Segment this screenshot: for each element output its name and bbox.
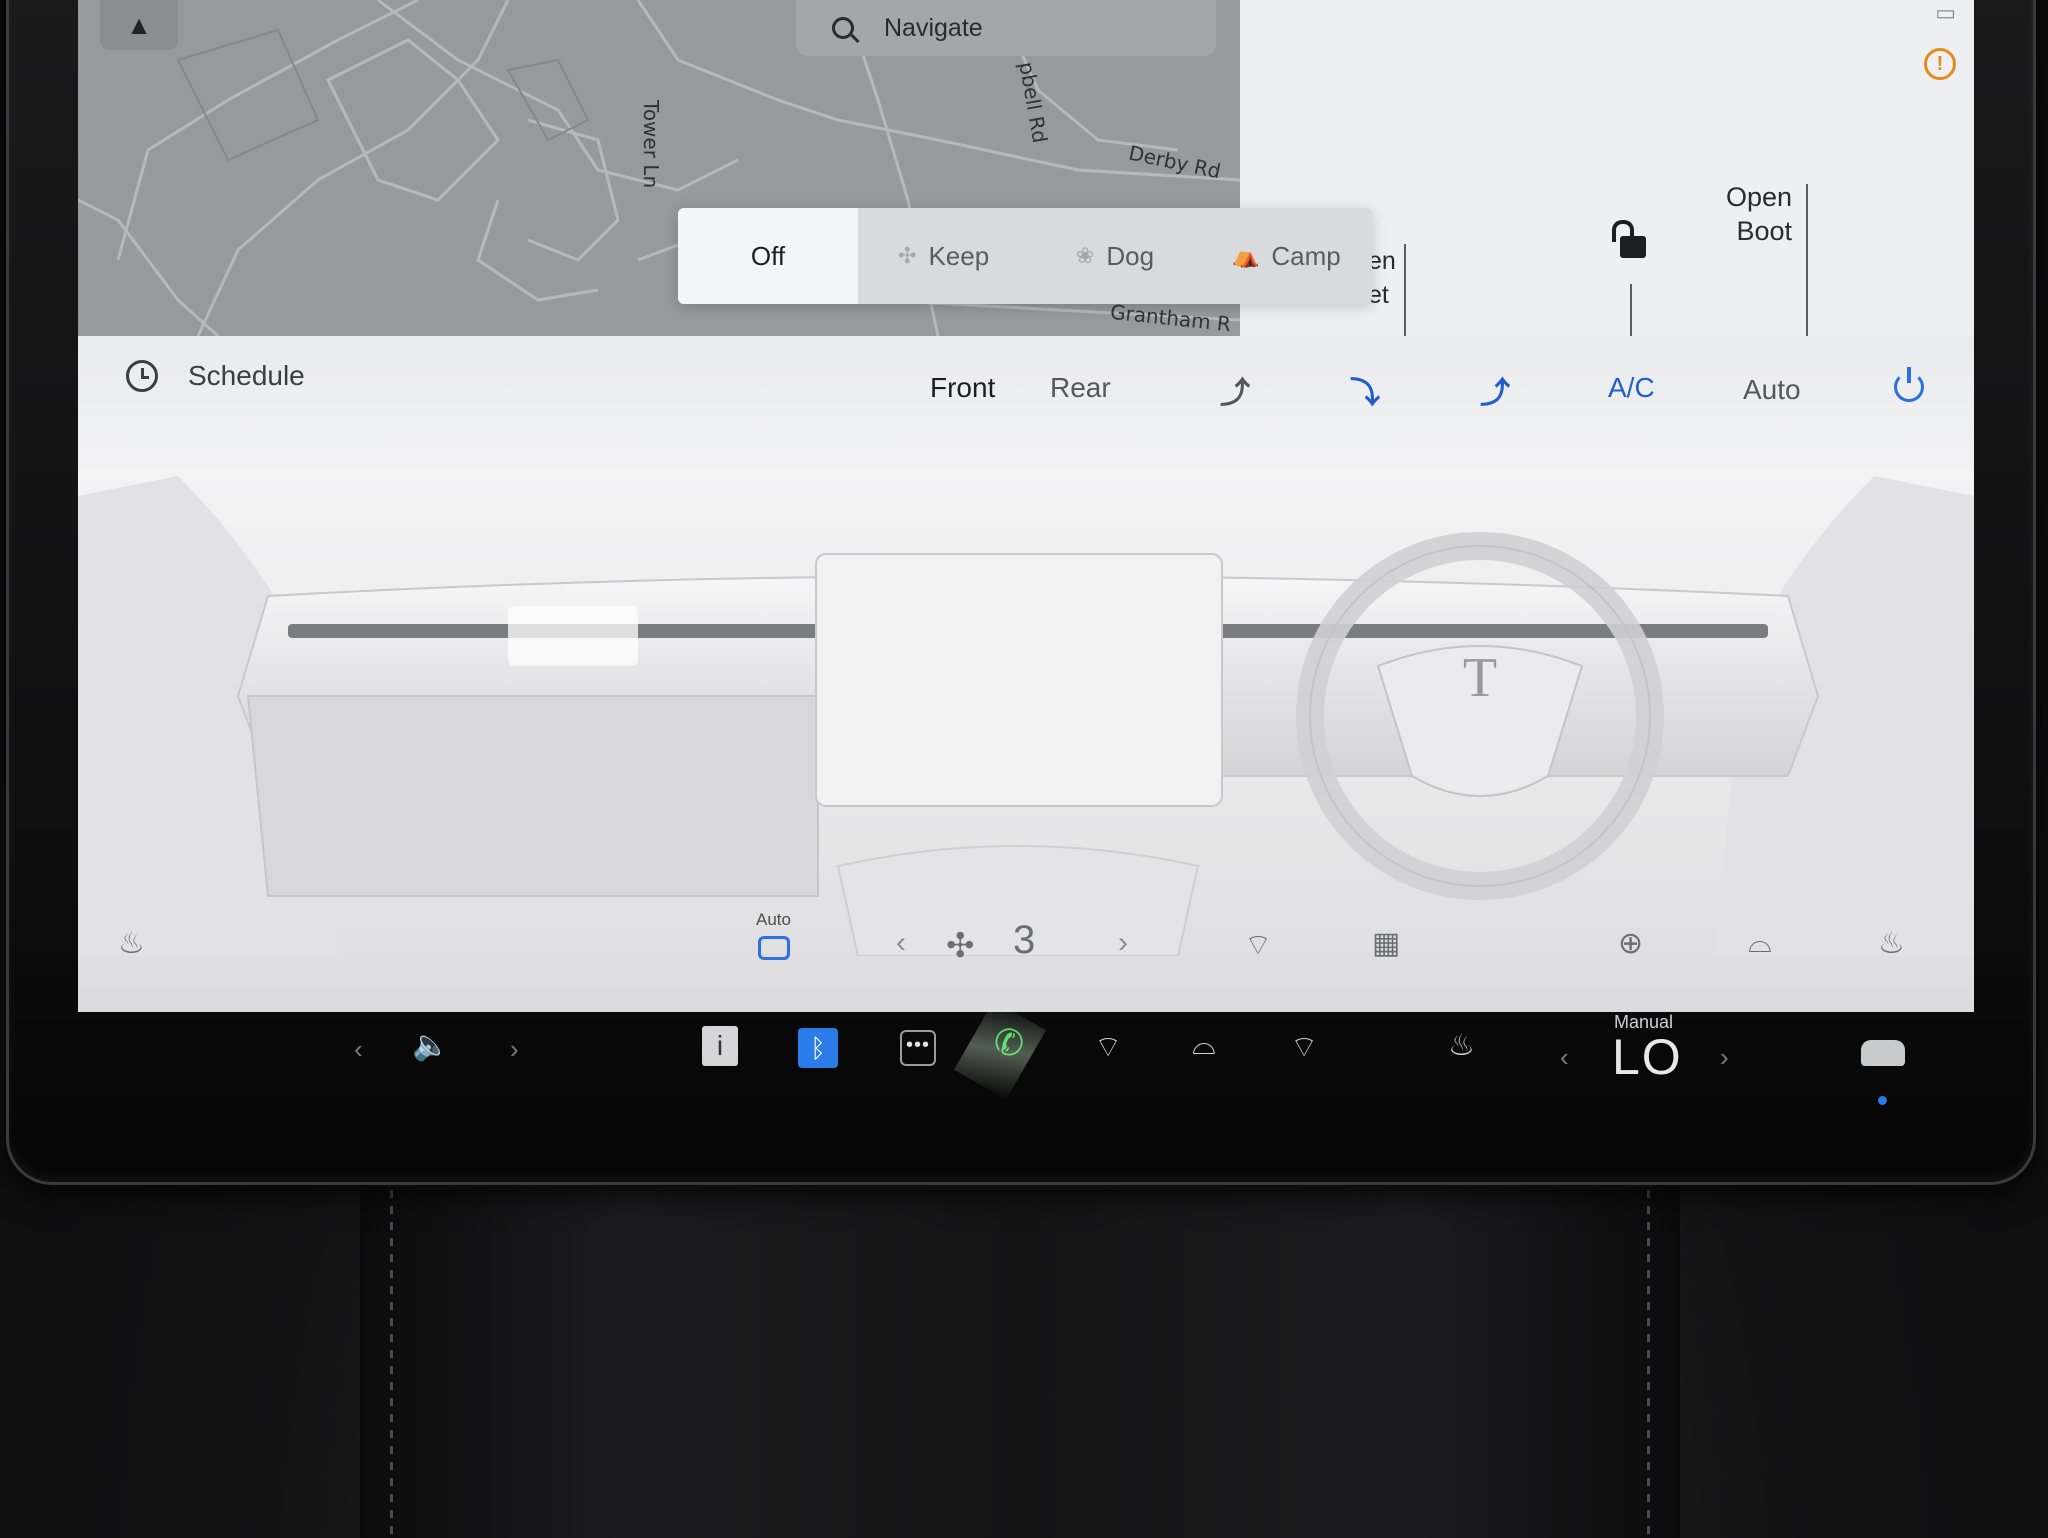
- compass-icon[interactable]: ▲: [100, 0, 178, 50]
- notes-icon[interactable]: i: [702, 1026, 738, 1066]
- volume-up-icon[interactable]: ›: [510, 1034, 519, 1065]
- open-frunk-label[interactable]: en et: [1368, 244, 1396, 312]
- touchscreen: ▲ Tower Ln pbell Rd Derby Rd Grantham R …: [78, 0, 1974, 1012]
- segment-label: Keep: [928, 240, 990, 271]
- center-console: [360, 1190, 1680, 1538]
- steering-wheel-heater-icon[interactable]: ⊕: [1618, 926, 1643, 961]
- car-icon[interactable]: [1861, 1040, 1905, 1066]
- active-indicator: [1878, 1096, 1887, 1105]
- schedule-button[interactable]: Schedule: [126, 360, 305, 392]
- clock-icon: [126, 360, 158, 392]
- front-defrost-icon[interactable]: ⌔: [1244, 926, 1272, 964]
- segment-label: Off: [750, 240, 786, 271]
- rear-defrost-icon[interactable]: ▦: [1372, 926, 1400, 961]
- display-icon[interactable]: ▭: [1935, 0, 1956, 26]
- segment-label: Camp: [1271, 240, 1341, 271]
- frunk-label-line1: en: [1368, 247, 1396, 275]
- svg-text:T: T: [1463, 647, 1497, 709]
- keep-climate-camp[interactable]: ⛺ Camp: [1201, 208, 1372, 304]
- dashboard-illustration: T: [78, 476, 1974, 956]
- volume-icon[interactable]: 🔈: [412, 1028, 449, 1063]
- more-icon[interactable]: •••: [900, 1030, 936, 1066]
- rear-defrost-icon[interactable]: ⌔: [1290, 1028, 1318, 1066]
- search-icon: [832, 17, 854, 39]
- tab-rear[interactable]: Rear: [1050, 372, 1111, 404]
- boot-divider: [1806, 184, 1808, 336]
- seat-heater-left-icon[interactable]: ♨: [118, 926, 145, 961]
- airflow-feet-icon[interactable]: ⤵: [1350, 368, 1380, 412]
- fan-icon: ✣: [946, 927, 975, 965]
- recirculate-icon[interactable]: [758, 936, 790, 960]
- lock-divider: [1630, 284, 1632, 336]
- front-defrost-icon[interactable]: ⌔: [1094, 1028, 1122, 1066]
- temp-decrease-icon[interactable]: ‹: [1560, 1042, 1569, 1073]
- wiper-heater-icon[interactable]: ⌓: [1748, 926, 1772, 960]
- tent-icon: ⛺: [1231, 243, 1260, 268]
- paw-icon: ❀: [1075, 243, 1095, 268]
- fan-icon: ✣: [898, 243, 917, 268]
- temperature-value[interactable]: LO: [1612, 1028, 1683, 1086]
- boot-label-line2: Boot: [1736, 216, 1793, 246]
- photo-stage: ▲ Tower Ln pbell Rd Derby Rd Grantham R …: [0, 0, 2048, 1538]
- climate-power-icon[interactable]: [1894, 367, 1924, 402]
- fan-increase-icon[interactable]: ›: [1118, 926, 1128, 960]
- fan-speed-value: 3: [1013, 918, 1036, 962]
- unlock-icon[interactable]: [1612, 220, 1646, 258]
- navigate-search-bar[interactable]: Navigate: [796, 0, 1216, 56]
- fan-decrease-icon[interactable]: ‹: [896, 926, 906, 960]
- tab-front[interactable]: Front: [930, 372, 995, 404]
- street-label: Tower Ln: [639, 100, 663, 189]
- seat-heater-right-icon[interactable]: ♨: [1878, 926, 1905, 961]
- frunk-label-line2: et: [1368, 281, 1389, 309]
- keep-climate-dog[interactable]: ❀ Dog: [1029, 208, 1200, 304]
- frunk-divider: [1404, 244, 1406, 336]
- temp-increase-icon[interactable]: ›: [1720, 1042, 1729, 1073]
- airflow-windshield-icon[interactable]: ⤴: [1480, 368, 1510, 412]
- ac-button[interactable]: A/C: [1608, 372, 1655, 404]
- keep-climate-selector: Off ✣ Keep ❀ Dog ⛺ Camp: [678, 208, 1372, 304]
- boot-label-line1: Open: [1726, 182, 1793, 212]
- warning-icon[interactable]: !: [1924, 48, 1956, 80]
- volume-down-icon[interactable]: ‹: [354, 1034, 363, 1065]
- auto-climate-button[interactable]: Auto: [1743, 374, 1801, 406]
- recirc-auto-label: Auto: [756, 910, 791, 929]
- airflow-face-icon[interactable]: ⤴: [1220, 368, 1250, 412]
- bluetooth-icon[interactable]: ᛒ: [798, 1028, 838, 1068]
- keep-climate-off[interactable]: Off: [678, 208, 858, 304]
- open-boot-button[interactable]: Open Boot: [1726, 180, 1792, 248]
- schedule-label: Schedule: [188, 360, 305, 391]
- segment-label: Dog: [1106, 240, 1155, 271]
- seat-heater-icon[interactable]: ♨: [1448, 1028, 1475, 1063]
- navigate-placeholder: Navigate: [884, 13, 983, 42]
- wiper-icon[interactable]: ⌓: [1192, 1028, 1216, 1062]
- climate-panel: T Schedule Front Rear ⤴ ⤵ ⤴ A/C Auto ♨ A…: [78, 336, 1974, 1012]
- keep-climate-keep[interactable]: ✣ Keep: [858, 208, 1029, 304]
